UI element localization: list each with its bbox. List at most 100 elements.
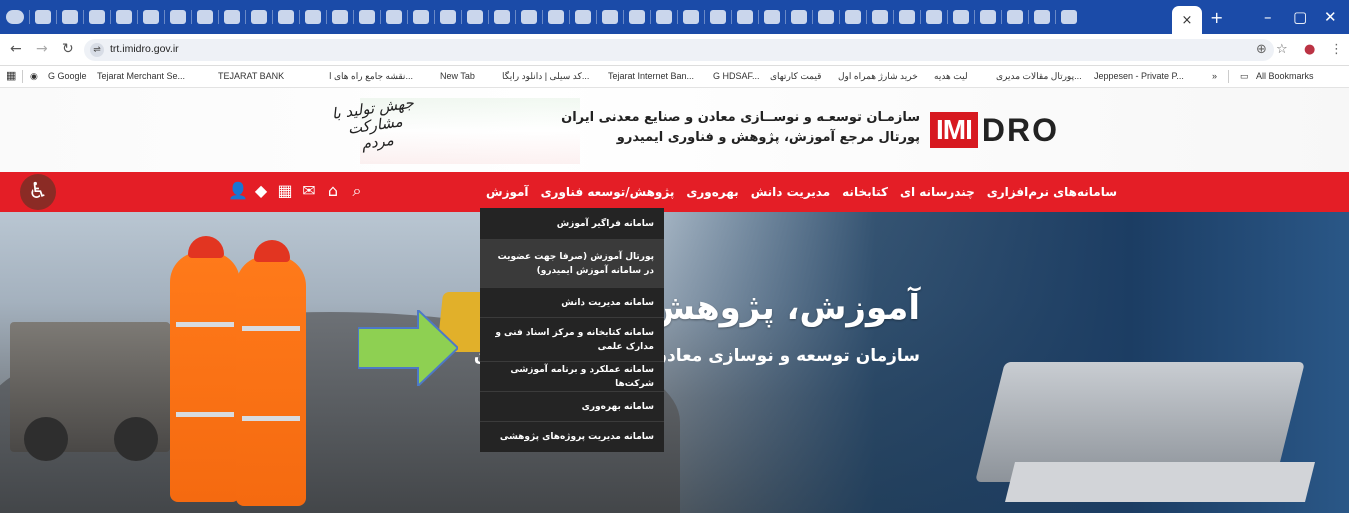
- tab-favicon[interactable]: [845, 10, 861, 24]
- tab-search-icon[interactable]: [6, 10, 24, 24]
- zoom-icon[interactable]: ⊕: [1256, 42, 1267, 57]
- bookmark-item[interactable]: قیمت کارتهای: [770, 71, 821, 82]
- bookmark-item[interactable]: G Google: [48, 71, 87, 81]
- tab-favicon[interactable]: [980, 10, 996, 24]
- maximize-button[interactable]: ▢: [1293, 8, 1307, 26]
- tab-close-icon[interactable]: ×: [1182, 13, 1193, 28]
- menu-item-training[interactable]: آموزش: [486, 185, 529, 199]
- tab-favicon[interactable]: [791, 10, 807, 24]
- tab-favicon[interactable]: [953, 10, 969, 24]
- tab-favicon[interactable]: [413, 10, 429, 24]
- tab-favicon[interactable]: [872, 10, 888, 24]
- profile-avatar-icon[interactable]: ●: [1304, 42, 1315, 57]
- tab-favicon[interactable]: [602, 10, 618, 24]
- tab-favicon[interactable]: [764, 10, 780, 24]
- tab-favicon[interactable]: [116, 10, 132, 24]
- tab-favicon[interactable]: [386, 10, 402, 24]
- accessibility-icon[interactable]: ♿: [20, 174, 56, 210]
- tab-favicon[interactable]: [170, 10, 186, 24]
- all-bookmarks-button[interactable]: All Bookmarks: [1256, 71, 1314, 81]
- tab-favicon[interactable]: [467, 10, 483, 24]
- tab-favicon[interactable]: [494, 10, 510, 24]
- tab-favicon[interactable]: [224, 10, 240, 24]
- bookmark-item[interactable]: TEJARAT BANK: [218, 71, 284, 81]
- imidro-logo[interactable]: IMI DRO: [930, 112, 1059, 148]
- dropdown-item[interactable]: سامانه بهره‌وری: [480, 392, 664, 422]
- tab-favicon[interactable]: [575, 10, 591, 24]
- bookmark-item[interactable]: لیت هدیه: [934, 71, 968, 82]
- sitemap-icon[interactable]: ▦: [276, 181, 294, 201]
- worker-image: [170, 236, 240, 502]
- bookmark-item[interactable]: Jeppesen - Private P...: [1094, 71, 1184, 81]
- menu-kebab-icon[interactable]: ⋮: [1330, 42, 1343, 57]
- tab-favicon[interactable]: [683, 10, 699, 24]
- bookmark-item[interactable]: New Tab: [440, 71, 475, 81]
- tab-favicon[interactable]: [710, 10, 726, 24]
- tab-favicon[interactable]: [521, 10, 537, 24]
- new-tab-button[interactable]: +: [1210, 8, 1223, 27]
- mail-icon[interactable]: ✉: [300, 181, 318, 201]
- site-info-icon[interactable]: ⇌: [90, 43, 104, 57]
- apps-grid-icon[interactable]: ▦: [6, 69, 16, 82]
- tab-favicon[interactable]: [818, 10, 834, 24]
- tab-favicon[interactable]: [332, 10, 348, 24]
- url-text[interactable]: trt.imidro.gov.ir: [110, 43, 179, 55]
- tab-favicon[interactable]: [89, 10, 105, 24]
- menu-item-knowledge[interactable]: مدیریت دانش: [751, 185, 830, 199]
- tab-favicon[interactable]: [359, 10, 375, 24]
- menu-item-software-systems[interactable]: سامانه‌های نرم‌افزاری: [987, 185, 1117, 199]
- dropdown-item[interactable]: سامانه کتابخانه و مرکز اسناد فنی و مدارک…: [480, 318, 664, 362]
- bookmark-item[interactable]: Tejarat Merchant Se...: [97, 71, 185, 81]
- dropdown-item[interactable]: سامانه فراگیر آموزش: [480, 208, 664, 240]
- rss-icon[interactable]: ◆: [252, 181, 270, 201]
- tab-separator: [326, 10, 327, 24]
- menu-item-library[interactable]: کتابخانه: [842, 185, 888, 199]
- bookmark-item[interactable]: کد سیلی | دانلود رایگا...: [502, 71, 589, 82]
- tab-favicon[interactable]: [548, 10, 564, 24]
- tab-favicon[interactable]: [656, 10, 672, 24]
- logo-dro: DRO: [981, 112, 1059, 148]
- active-tab[interactable]: ×: [1172, 6, 1202, 34]
- bookmark-item[interactable]: نقشه جامع راه های ا...: [329, 71, 413, 82]
- bookmark-item[interactable]: خرید شارژ همراه اول: [838, 71, 918, 82]
- dropdown-item[interactable]: سامانه عملکرد و برنامه آموزشی شرکت‌ها: [480, 362, 664, 392]
- tab-favicon[interactable]: [899, 10, 915, 24]
- tab-favicon[interactable]: [251, 10, 267, 24]
- tab-favicon[interactable]: [143, 10, 159, 24]
- tab-favicon[interactable]: [926, 10, 942, 24]
- address-bar[interactable]: ⇌ trt.imidro.gov.ir: [84, 39, 1274, 61]
- tab-favicon[interactable]: [62, 10, 78, 24]
- tab-favicon[interactable]: [440, 10, 456, 24]
- dropdown-item[interactable]: سامانه مدیریت پروژه‌های پژوهشی: [480, 422, 664, 452]
- back-icon[interactable]: ←: [10, 41, 22, 57]
- bookmark-item[interactable]: ◉: [30, 71, 38, 82]
- folder-icon[interactable]: ▭: [1240, 71, 1249, 82]
- minimize-button[interactable]: –: [1264, 8, 1272, 26]
- home-icon[interactable]: ⌂: [324, 181, 342, 201]
- search-icon[interactable]: ⌕: [348, 181, 366, 201]
- menu-item-productivity[interactable]: بهره‌وری: [686, 185, 738, 199]
- tab-favicon[interactable]: [278, 10, 294, 24]
- bookmark-item[interactable]: G HDSAF...: [713, 71, 760, 81]
- dropdown-item[interactable]: سامانه مدیریت دانش: [480, 288, 664, 318]
- tab-favicon[interactable]: [197, 10, 213, 24]
- tab-favicon[interactable]: [1061, 10, 1077, 24]
- menu-item-research[interactable]: پژوهش/توسعه فناوری: [541, 185, 675, 199]
- dropdown-item[interactable]: پورتال آموزش (صرفا جهت عضویت در سامانه آ…: [480, 240, 664, 288]
- user-icon[interactable]: 👤: [228, 181, 248, 201]
- more-bookmarks-icon[interactable]: »: [1212, 71, 1217, 81]
- tab-favicon[interactable]: [737, 10, 753, 24]
- bookmark-star-icon[interactable]: ☆: [1276, 42, 1288, 57]
- bookmark-item[interactable]: پورتال مقالات مدیری...: [996, 71, 1082, 82]
- tab-favicon[interactable]: [305, 10, 321, 24]
- forward-icon[interactable]: →: [36, 41, 48, 57]
- org-title: سازمـان توسعـه و نوســازی معادن و صنایع …: [561, 110, 920, 125]
- bookmark-item[interactable]: Tejarat Internet Ban...: [608, 71, 694, 81]
- tab-favicon[interactable]: [629, 10, 645, 24]
- tab-favicon[interactable]: [1034, 10, 1050, 24]
- tab-favicon[interactable]: [35, 10, 51, 24]
- close-window-button[interactable]: ✕: [1324, 8, 1337, 26]
- tab-favicon[interactable]: [1007, 10, 1023, 24]
- reload-icon[interactable]: ↻: [62, 41, 74, 57]
- menu-item-multimedia[interactable]: چندرسانه ای: [900, 185, 975, 199]
